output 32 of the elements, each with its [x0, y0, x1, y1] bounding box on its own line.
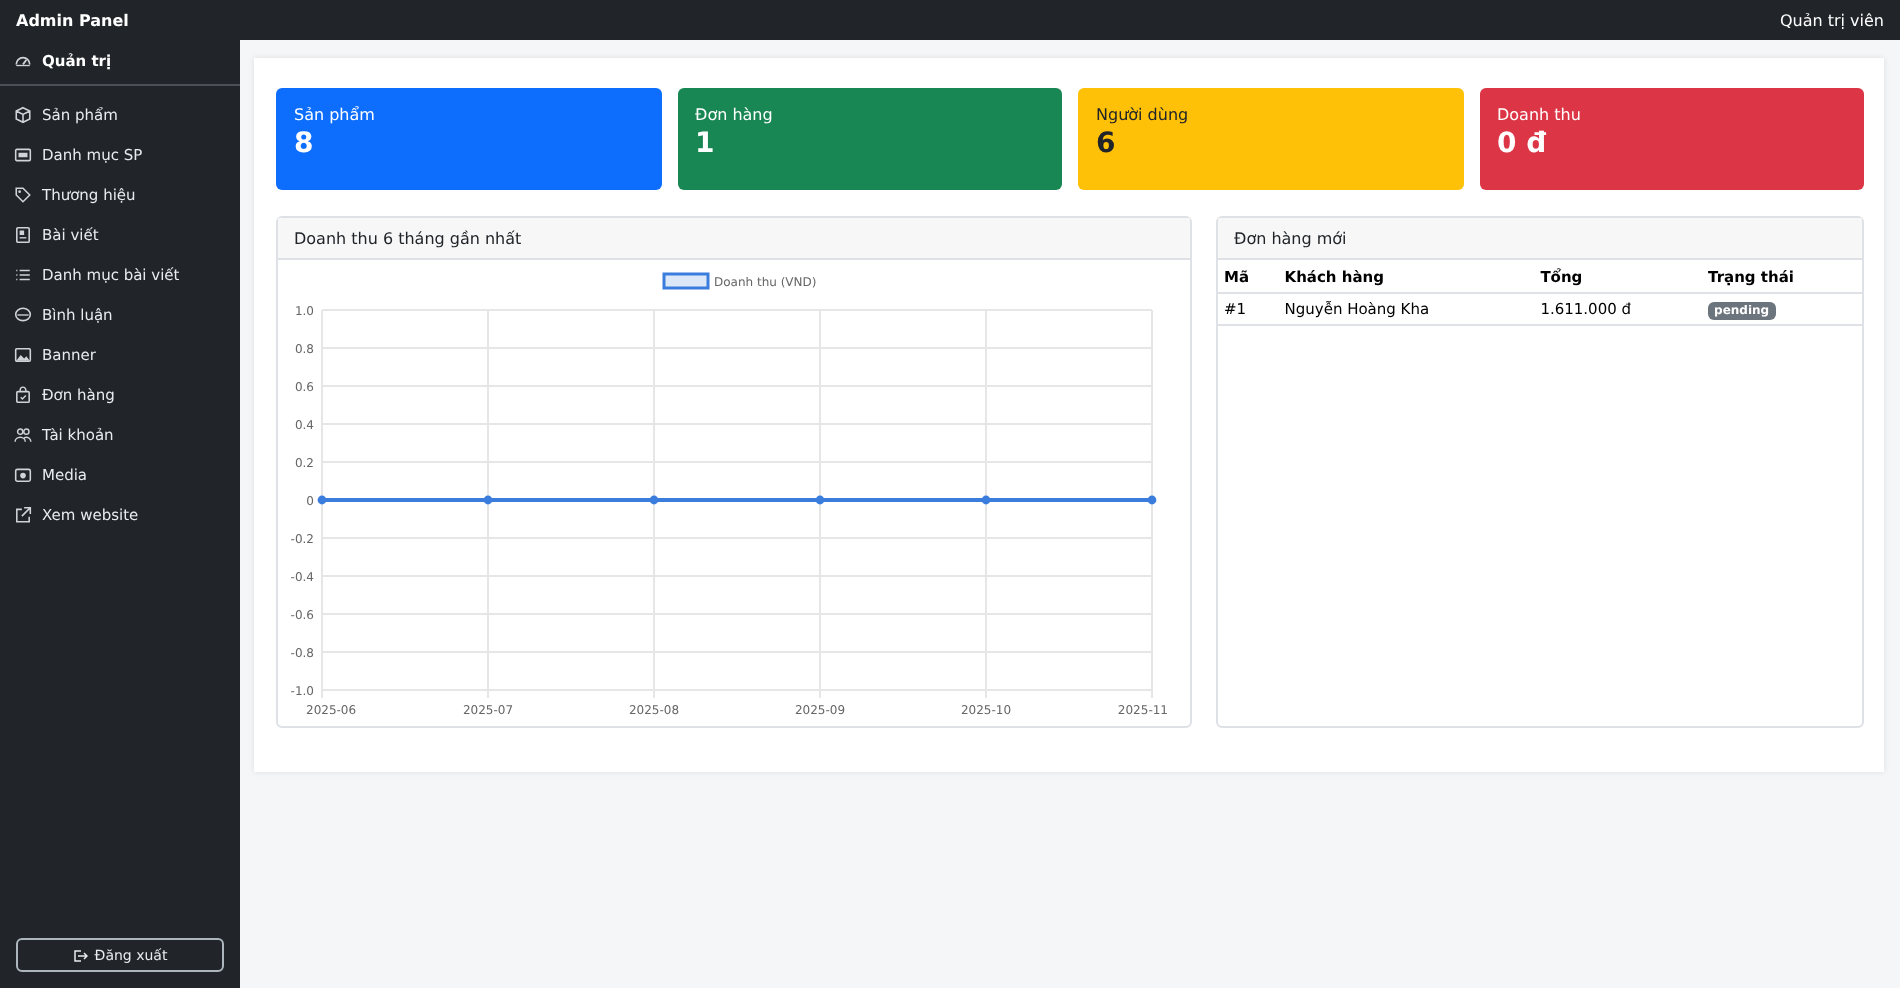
logout-icon: [72, 947, 89, 963]
people-icon: [14, 425, 32, 443]
document-icon: [14, 225, 32, 243]
data-point: [483, 495, 493, 505]
box-icon: [14, 105, 32, 123]
data-point: [981, 495, 991, 505]
stat-value: 8: [294, 128, 316, 160]
bag-icon: [14, 385, 32, 403]
brand-title: Admin Panel: [16, 11, 129, 29]
list-icon: [14, 265, 32, 283]
external-link-icon: [14, 505, 32, 523]
stat-label: Đơn hàng: [695, 106, 775, 124]
data-point: [815, 495, 825, 505]
panel-title: Đơn hàng mới: [1218, 218, 1862, 260]
chat-icon: [14, 305, 32, 323]
stat-label: Doanh thu: [1497, 106, 1583, 124]
image-icon: [14, 345, 32, 363]
dashboard-icon: [14, 51, 32, 69]
stat-value: 6: [1096, 128, 1118, 160]
stat-value: 0 đ: [1497, 128, 1549, 160]
data-point: [1147, 495, 1157, 505]
stat-label: Sản phẩm: [294, 106, 377, 124]
panel-title: Doanh thu 6 tháng gần nhất: [278, 218, 1190, 260]
data-point: [649, 495, 659, 505]
user-label: Quản trị viên: [1779, 11, 1884, 29]
legend-swatch: [662, 272, 710, 290]
card-icon: [14, 145, 32, 163]
tag-icon: [14, 185, 32, 203]
data-point: [317, 495, 327, 505]
stat-value: 1: [695, 128, 717, 160]
media-icon: [14, 465, 32, 483]
stat-label: Người dùng: [1096, 106, 1191, 124]
